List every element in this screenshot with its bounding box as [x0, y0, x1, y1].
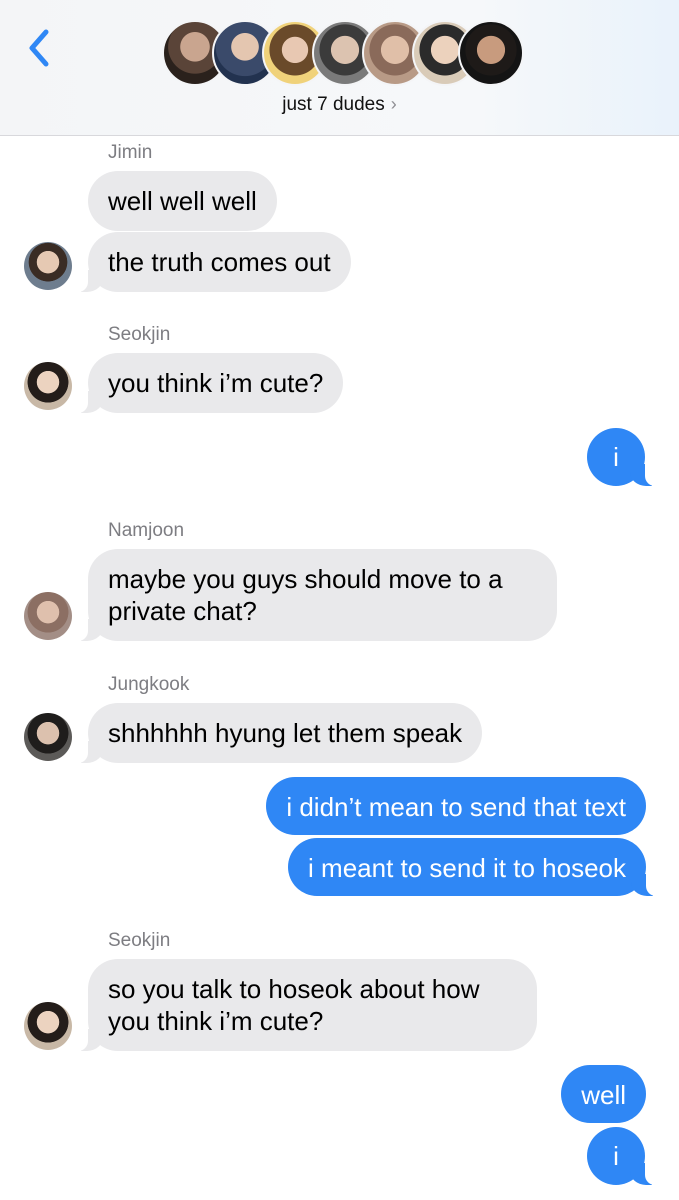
conversation-header: just 7 dudes ›: [0, 0, 679, 136]
avatar[interactable]: [24, 1002, 72, 1050]
outgoing-message[interactable]: well: [561, 1065, 646, 1123]
message-text: i: [613, 442, 619, 472]
incoming-message[interactable]: shhhhhh hyung let them speak: [75, 703, 483, 763]
message-text: the truth comes out: [108, 247, 331, 277]
avatar[interactable]: [24, 362, 72, 410]
sender-name: Jimin: [108, 142, 153, 163]
incoming-message[interactable]: the truth comes out: [76, 232, 351, 292]
messages-screen: just 7 dudes › Jimin well well well the t…: [0, 0, 679, 1200]
group-name-label: just 7 dudes: [282, 94, 385, 115]
message-text: i meant to send it to hoseok: [308, 853, 626, 883]
outgoing-message[interactable]: i didn’t mean to send that text: [266, 777, 646, 835]
avatar[interactable]: [24, 713, 72, 761]
sender-name: Namjoon: [108, 520, 185, 541]
message-text: i: [613, 1141, 619, 1171]
chevron-left-icon: [29, 29, 49, 67]
back-button[interactable]: [22, 26, 58, 70]
group-name-link[interactable]: just 7 dudes ›: [0, 94, 679, 116]
incoming-message[interactable]: maybe you guys should move to a private …: [76, 549, 557, 641]
incoming-message[interactable]: you think i’m cute?: [75, 353, 344, 413]
sender-name: Jungkook: [108, 674, 190, 695]
outgoing-message[interactable]: i meant to send it to hoseok: [288, 838, 658, 896]
message-text: maybe you guys should move to a private …: [108, 564, 503, 626]
avatar[interactable]: [24, 592, 72, 640]
message-text: shhhhhh hyung let them speak: [108, 718, 463, 748]
outgoing-message[interactable]: i: [587, 428, 657, 486]
incoming-message[interactable]: well well well: [88, 171, 277, 231]
sender-name: Seokjin: [108, 324, 171, 345]
group-avatars[interactable]: [162, 20, 524, 88]
group-member-avatar: [458, 20, 524, 86]
message-text: you think i’m cute?: [108, 368, 324, 398]
message-text: so you talk to hoseok about how you thin…: [108, 974, 480, 1036]
incoming-message[interactable]: so you talk to hoseok about how you thin…: [76, 959, 537, 1051]
outgoing-message[interactable]: i: [587, 1127, 657, 1185]
chevron-right-icon: ›: [390, 94, 397, 114]
avatar[interactable]: [24, 242, 72, 290]
sender-name: Seokjin: [108, 930, 171, 951]
